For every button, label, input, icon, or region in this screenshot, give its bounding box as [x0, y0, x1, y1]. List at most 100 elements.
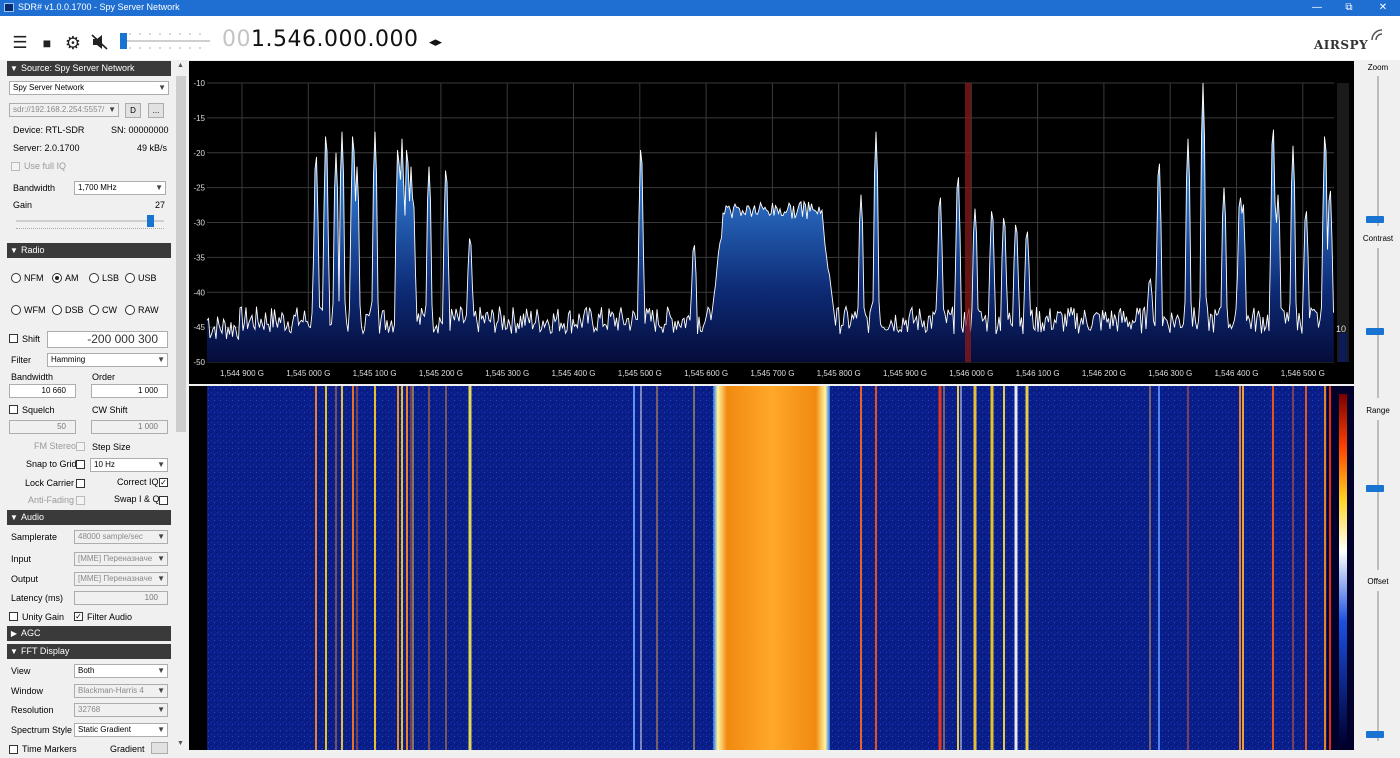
squelch-checkbox[interactable] — [9, 405, 18, 414]
spectrum-y-tick: -15 — [193, 114, 205, 123]
offset-slider-thumb[interactable] — [1366, 730, 1384, 738]
view-select[interactable]: Both ▼ — [74, 664, 168, 678]
spectrum-style-value: Static Gradient — [78, 725, 131, 734]
filter-audio-checkbox[interactable]: ✓ — [74, 612, 83, 621]
waterfall-signal-trace — [1239, 386, 1241, 750]
unity-gain-checkbox[interactable] — [9, 612, 18, 621]
mode-wfm-radio[interactable] — [11, 305, 21, 315]
scroll-down-icon[interactable]: ▼ — [177, 740, 184, 747]
mode-cw-radio[interactable] — [89, 305, 99, 315]
shift-input[interactable]: -200 000 300 — [47, 331, 168, 348]
resolution-select[interactable]: 32768 ▼ — [74, 703, 168, 717]
waterfall-left-margin — [189, 386, 207, 750]
spectrum-y-tick: -20 — [193, 149, 205, 158]
gradient-button[interactable] — [151, 742, 168, 754]
swap-iq-checkbox[interactable] — [159, 496, 168, 505]
mute-icon[interactable] — [90, 33, 110, 51]
latency-input[interactable]: 100 — [74, 591, 168, 605]
frequency-step-arrows-icon[interactable]: ◂▸ — [429, 34, 442, 50]
server-uri-field[interactable]: sdr://192.168.2.254:5557/▼ — [9, 103, 119, 117]
step-size-select[interactable]: 10 Hz ▼ — [90, 458, 168, 472]
spectrum-plot[interactable]: -10 -15 -20 -25 -30 -35 -40 -45 -50 1,544 900 G 1… — [189, 61, 1354, 384]
waterfall-wideband-signal — [713, 386, 830, 750]
waterfall-signal-trace — [412, 386, 414, 750]
use-full-iq-checkbox[interactable] — [11, 162, 20, 171]
samplerate-select[interactable]: 48000 sample/sec ▼ — [74, 530, 168, 544]
agc-section-header[interactable]: ▶ AGC — [7, 626, 171, 641]
fm-stereo-checkbox[interactable] — [76, 442, 85, 451]
time-markers-checkbox[interactable] — [9, 745, 18, 754]
gain-slider[interactable] — [16, 214, 164, 232]
more-button[interactable]: ... — [148, 103, 164, 118]
source-section-header[interactable]: ▼ Source: Spy Server Network — [7, 61, 171, 76]
filter-bandwidth-label: Bandwidth — [11, 372, 54, 382]
correct-iq-checkbox[interactable]: ✓ — [159, 478, 168, 487]
output-device-select[interactable]: [MME] Переназначе ▼ — [74, 572, 168, 586]
mode-nfm-radio[interactable] — [11, 273, 21, 283]
input-device-select[interactable]: [MME] Переназначе ▼ — [74, 552, 168, 566]
minimize-icon[interactable]: — — [1300, 0, 1334, 16]
spectrum-y-tick: -30 — [193, 219, 205, 228]
gain-label: Gain — [13, 200, 33, 210]
filter-bandwidth-input[interactable]: 10 660 — [9, 384, 76, 398]
radio-section-header[interactable]: ▼ Radio — [7, 243, 171, 258]
window-label: Window — [11, 686, 44, 696]
source-type-select[interactable]: Spy Server Network ▼ — [9, 81, 169, 95]
audio-section-header[interactable]: ▼ Audio — [7, 510, 171, 525]
cw-shift-input[interactable]: 1 000 — [91, 420, 168, 434]
menu-icon[interactable]: ☰ — [10, 34, 30, 52]
waterfall-signal-trace — [401, 386, 403, 750]
shift-checkbox[interactable] — [9, 334, 18, 343]
range-slider[interactable] — [1377, 420, 1379, 570]
snap-to-grid-checkbox[interactable] — [76, 460, 85, 469]
order-input[interactable]: 1 000 — [91, 384, 168, 398]
gain-slider-thumb[interactable] — [147, 215, 155, 227]
offset-label: Offset — [1367, 577, 1389, 586]
contrast-slider-thumb[interactable] — [1366, 327, 1384, 335]
contrast-slider[interactable] — [1377, 248, 1379, 398]
gear-icon[interactable]: ⚙ — [63, 34, 83, 52]
disconnect-button[interactable]: D — [125, 103, 141, 118]
spectrum-analyzer[interactable]: -10 -15 -20 -25 -30 -35 -40 -45 -50 1,544 900 G 1… — [189, 61, 1354, 384]
mode-raw-radio[interactable] — [125, 305, 135, 315]
range-slider-thumb[interactable] — [1366, 484, 1384, 492]
mode-lsb-radio[interactable] — [89, 273, 99, 283]
volume-slider[interactable] — [120, 30, 210, 52]
latency-label: Latency (ms) — [11, 593, 64, 603]
zoom-slider[interactable] — [1377, 76, 1379, 226]
offset-slider[interactable] — [1377, 591, 1379, 741]
waterfall-display[interactable] — [189, 386, 1354, 750]
waterfall-signal-trace — [860, 386, 862, 750]
restore-icon[interactable]: ⧉ — [1332, 0, 1366, 16]
close-icon[interactable]: ✕ — [1366, 0, 1400, 16]
squelch-label: Squelch — [22, 405, 55, 415]
squelch-input[interactable]: 50 — [9, 420, 76, 434]
filter-value: Hamming — [51, 355, 86, 364]
mode-dsb-radio[interactable] — [52, 305, 62, 315]
spectrum-x-tick: 1,544 900 G — [220, 369, 264, 378]
mode-usb-radio[interactable] — [125, 273, 135, 283]
anti-fading-checkbox[interactable] — [76, 496, 85, 505]
zoom-slider-thumb[interactable] — [1366, 215, 1384, 223]
spectrum-style-select[interactable]: Static Gradient ▼ — [74, 723, 168, 737]
input-device-label: Input — [11, 554, 32, 564]
spectrum-x-tick: 1,545 300 G — [485, 369, 529, 378]
tuning-marker[interactable] — [965, 83, 971, 362]
window-select[interactable]: Blackman-Harris 4 ▼ — [74, 684, 168, 698]
scroll-up-icon[interactable]: ▲ — [177, 62, 184, 69]
airspy-logo: AIRSPY — [1314, 29, 1383, 52]
left-panel-scroll-thumb[interactable] — [176, 76, 186, 432]
fft-section-header[interactable]: ▼ FFT Display — [7, 644, 171, 659]
stop-icon[interactable]: ■ — [37, 34, 57, 52]
serial-number-label: SN: 00000000 — [111, 125, 169, 135]
lock-carrier-checkbox[interactable] — [76, 479, 85, 488]
mode-am-radio[interactable] — [52, 273, 62, 283]
mode-usb-label: USB — [138, 273, 157, 283]
radio-header-label: Radio — [21, 245, 45, 255]
bandwidth-select[interactable]: 1,700 MHz ▼ — [74, 181, 166, 195]
spectrum-x-tick: 1,545 400 G — [551, 369, 595, 378]
frequency-display[interactable]: 001.546.000.000 — [222, 27, 418, 52]
waterfall-plot[interactable] — [189, 386, 1354, 750]
filter-select[interactable]: Hamming ▼ — [47, 353, 168, 367]
toolbar — [0, 16, 1400, 60]
